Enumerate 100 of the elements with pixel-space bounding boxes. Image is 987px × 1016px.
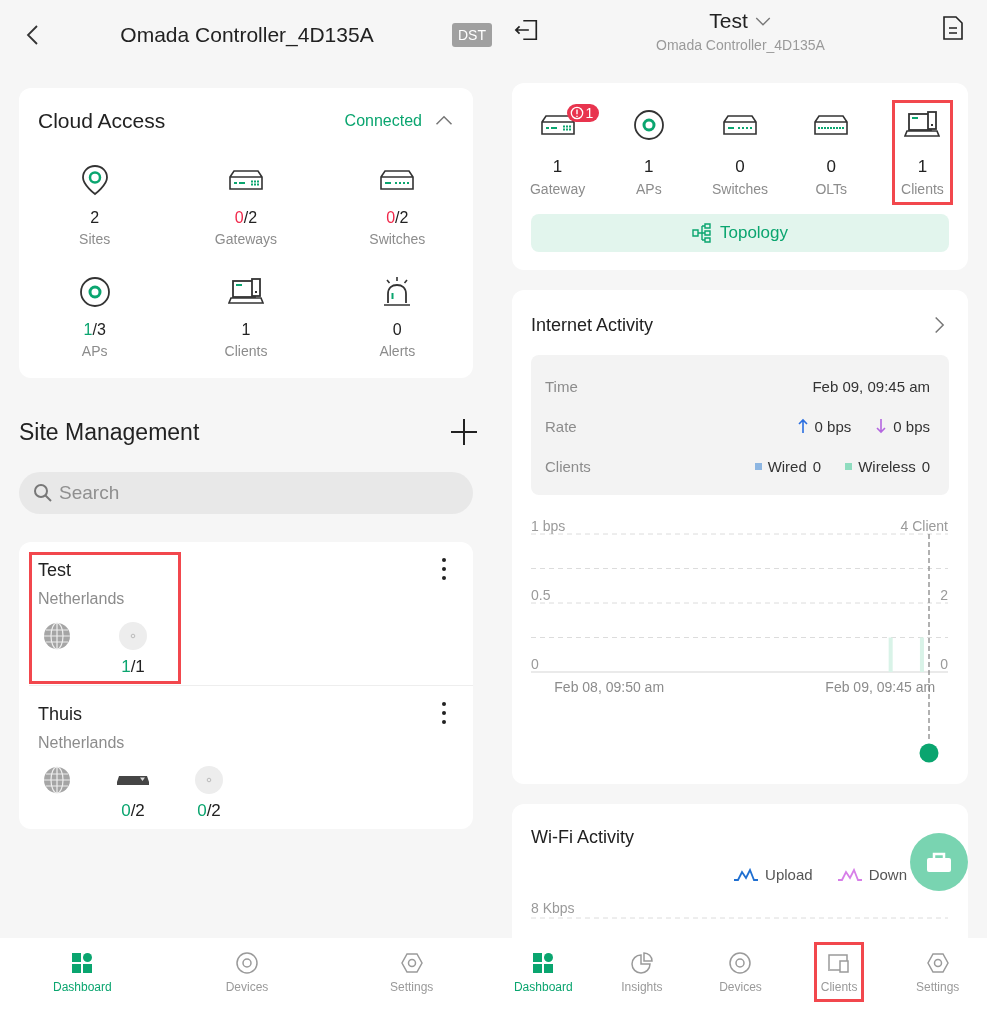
axis-label: 0 — [940, 656, 948, 672]
card-title: Wi-Fi Activity — [531, 826, 635, 848]
site-title[interactable]: Test — [709, 9, 748, 33]
access-point-icon — [195, 766, 223, 794]
time-value: Feb 09, 09:45 am — [812, 377, 930, 395]
nav-tab[interactable]: Settings — [909, 942, 967, 1002]
exit-icon[interactable] — [514, 18, 540, 42]
dashboard-icon — [531, 951, 556, 975]
row-label: Rate — [545, 417, 577, 435]
device-count: 1 — [917, 157, 928, 177]
connection-status: Connected — [344, 112, 422, 130]
stat-value: 0/2 — [234, 208, 258, 228]
topology-icon — [691, 223, 712, 243]
target-icon — [235, 951, 259, 975]
axis-label: Feb 09, 09:45 am — [825, 679, 936, 695]
device-label: Clients — [901, 180, 944, 198]
access-point-icon — [632, 109, 665, 141]
axis-label: 2 — [940, 587, 948, 603]
document-icon[interactable] — [942, 15, 964, 41]
row-label: Time — [545, 377, 578, 395]
card-title: Cloud Access — [38, 108, 166, 134]
settings-icon — [925, 951, 950, 975]
stat-label: Alerts — [379, 342, 416, 360]
device-label: OLTs — [815, 180, 847, 198]
nav-tab[interactable]: Devices — [712, 942, 769, 1002]
switch-icon — [722, 113, 758, 137]
device-count: 1 — [552, 157, 563, 177]
nav-tab[interactable]: Dashboard — [45, 942, 119, 1002]
stat-label: Switches — [369, 230, 426, 248]
section-title: Site Management — [19, 418, 200, 446]
rate-axis-label: 0.5 — [531, 587, 551, 603]
laptop-phone-icon — [904, 110, 941, 140]
download-rate: 0 bps — [893, 417, 930, 435]
site-country: Netherlands — [38, 733, 126, 753]
router-icon — [228, 168, 264, 192]
rate-axis-label: 1 bps — [531, 518, 566, 534]
alert-count: 1 — [585, 105, 594, 121]
more-icon[interactable] — [441, 701, 447, 725]
axis-label: Feb 08, 09:50 am — [554, 679, 665, 695]
site-name[interactable]: Thuis — [38, 703, 247, 725]
switch-icon — [379, 168, 416, 192]
axis-label: 8 Kbps — [531, 900, 575, 916]
globe-icon — [43, 622, 71, 650]
alert-icon — [569, 106, 584, 120]
device-label: Gateway — [529, 180, 586, 198]
nav-tab[interactable]: Devices — [218, 942, 276, 1002]
device-count: 1/1 — [121, 658, 145, 676]
legend-label: Wireless — [858, 457, 916, 475]
search-field[interactable]: Search — [19, 472, 473, 514]
stat-label: Gateways — [214, 230, 278, 248]
target-icon — [728, 951, 753, 975]
router-icon — [539, 113, 576, 137]
controller-title: Omada Controller_4D135A — [119, 23, 375, 47]
briefcase-icon — [925, 850, 953, 874]
upload-arrow-icon — [796, 418, 809, 434]
stat-value: 0/2 — [386, 208, 409, 228]
topology-button[interactable]: Topology — [531, 214, 949, 252]
site-country: Netherlands — [38, 589, 126, 609]
device-count: 0 — [826, 157, 836, 177]
laptop-phone-icon — [228, 277, 264, 307]
access-point-icon — [119, 622, 147, 650]
more-icon[interactable] — [441, 557, 447, 581]
device-count: 0 — [735, 157, 745, 177]
stat-value: 1/3 — [83, 320, 106, 340]
card-title: Internet Activity — [531, 314, 654, 336]
device-label: Switches — [712, 180, 768, 198]
stat-label: APs — [81, 342, 108, 360]
search-icon — [33, 483, 53, 503]
stat-label: Clients — [224, 342, 268, 360]
upload-rate: 0 bps — [814, 417, 852, 435]
nav-tab[interactable]: Insights — [614, 942, 670, 1002]
axis-label: 4 Client — [900, 518, 948, 534]
device-count: 0/2 — [197, 802, 221, 820]
dst-badge: DST — [452, 23, 492, 47]
rate-axis-label: 0 — [531, 656, 539, 672]
switch-icon — [116, 773, 150, 787]
legend-label: Wired — [767, 457, 807, 475]
nav-tab[interactable]: Dashboard — [506, 942, 580, 1002]
monitor-icon — [827, 951, 852, 975]
add-icon[interactable] — [450, 418, 478, 446]
download-arrow-icon — [875, 418, 888, 434]
device-count: 0/2 — [121, 802, 145, 820]
pie-chart-icon — [629, 951, 654, 975]
stat-value: 2 — [90, 208, 100, 228]
scrubber-handle[interactable] — [919, 743, 939, 763]
nav-tab[interactable]: Settings — [383, 942, 441, 1002]
legend-label: Upload — [765, 865, 813, 885]
controller-subtitle: Omada Controller_4D135A — [656, 36, 825, 54]
site-name[interactable]: Test — [38, 559, 171, 581]
access-point-icon — [78, 276, 111, 308]
settings-icon — [399, 951, 424, 975]
network-device-icon — [813, 113, 850, 137]
device-label: APs — [635, 180, 662, 198]
dashboard-icon — [70, 951, 95, 975]
legend-label: Down — [868, 865, 907, 885]
stat-label: Sites — [79, 230, 111, 248]
nav-tab[interactable]: Clients — [813, 942, 865, 1002]
stat-value: 1 — [241, 320, 251, 340]
stat-value: 0 — [392, 320, 402, 340]
row-label: Clients — [545, 457, 591, 475]
